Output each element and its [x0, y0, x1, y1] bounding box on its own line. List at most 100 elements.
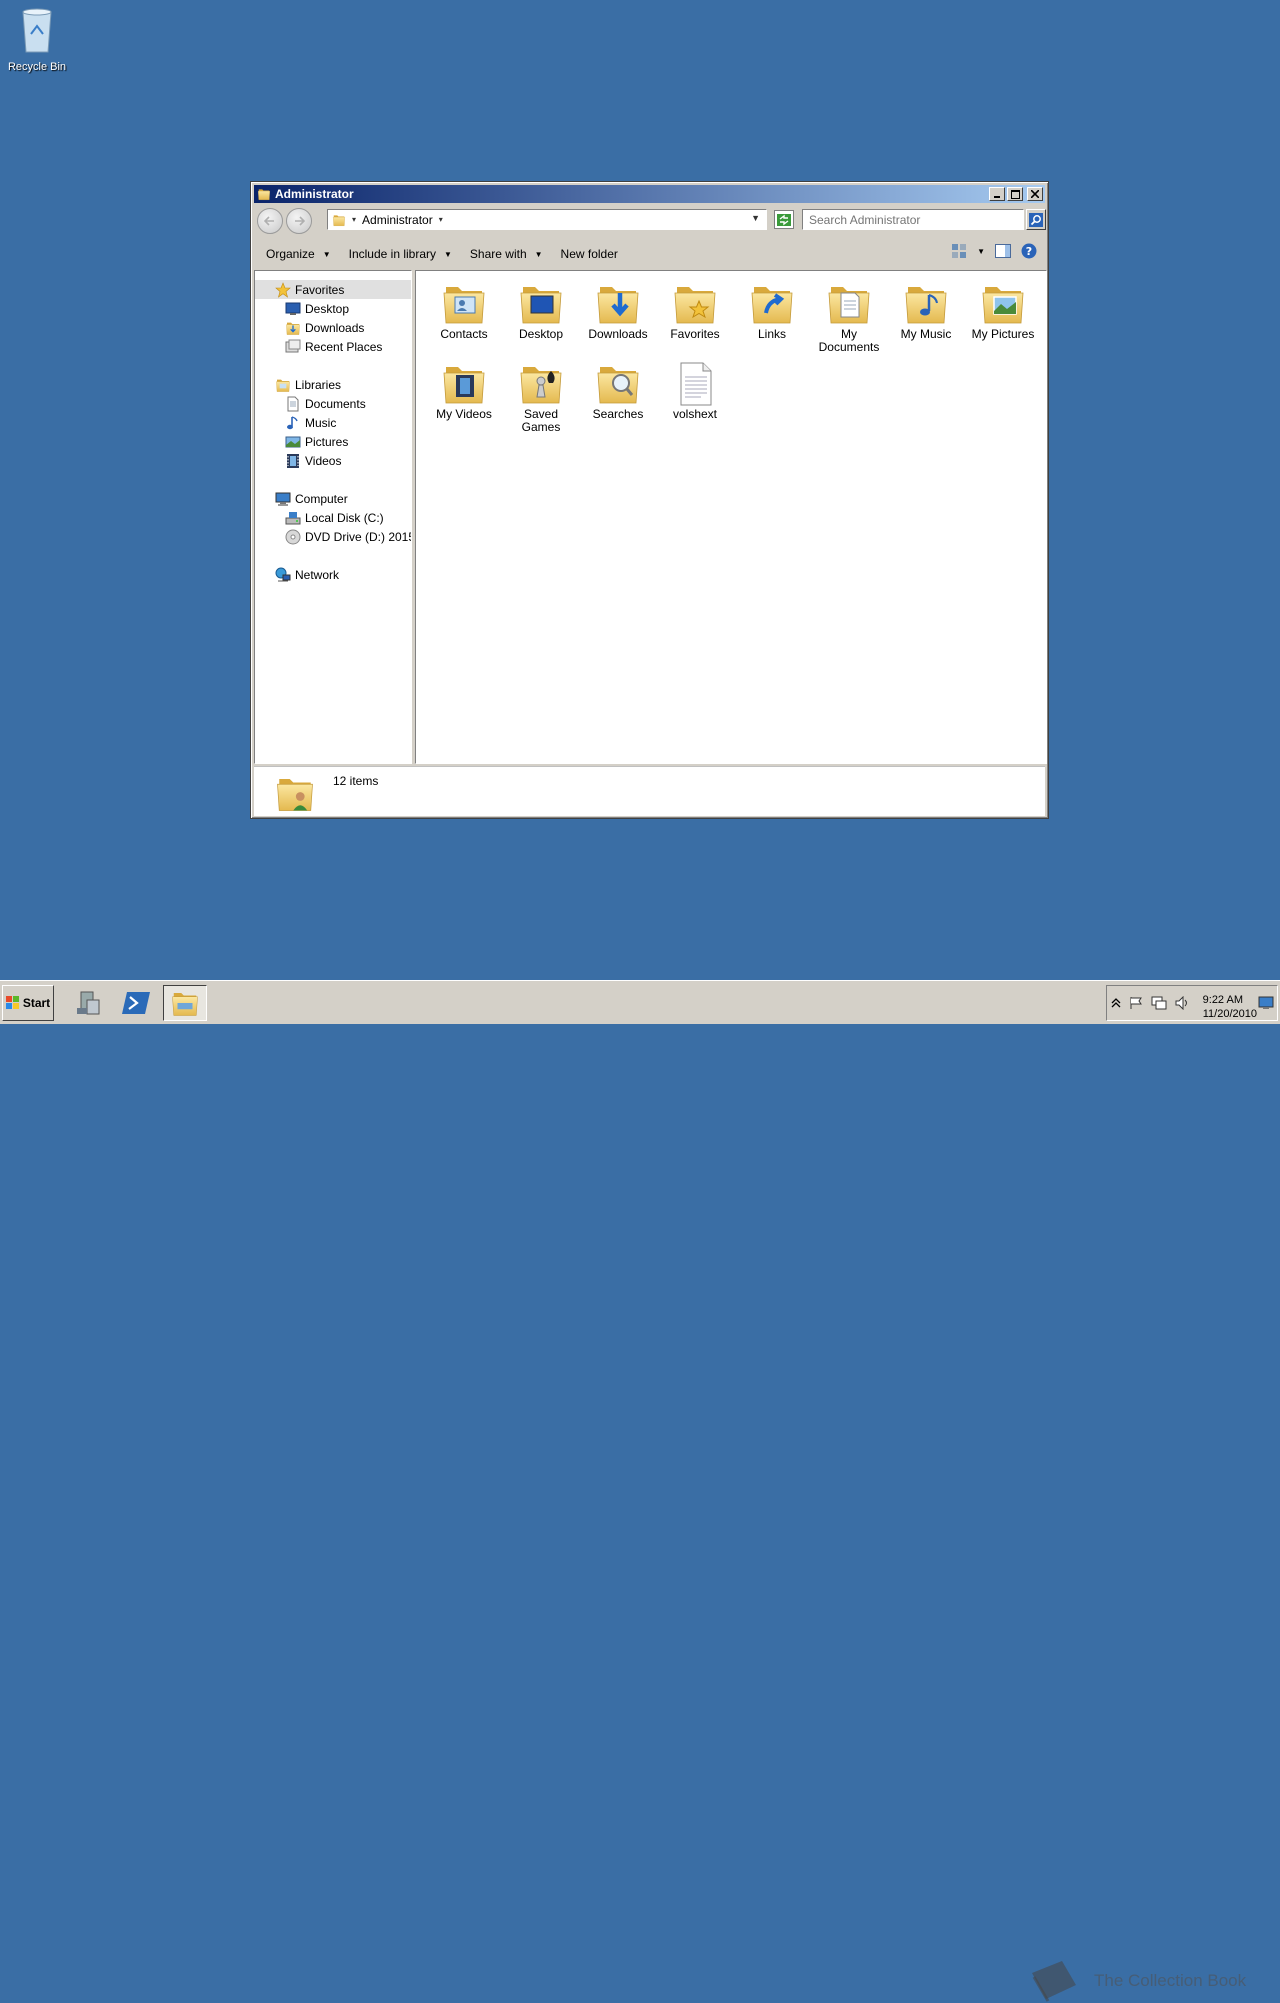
file-item-my-documents[interactable]: My Documents — [814, 279, 884, 354]
file-item-searches[interactable]: Searches — [583, 359, 653, 421]
nav-favorites-recent-places[interactable]: Recent Places — [255, 337, 411, 356]
downloads-folder-icon — [594, 279, 642, 327]
nav-libraries-music[interactable]: Music — [255, 413, 411, 432]
breadcrumb-separator-icon[interactable]: ▾ — [352, 215, 356, 224]
libraries-icon — [275, 377, 291, 393]
title-bar[interactable]: Administrator — [254, 185, 1045, 203]
back-arrow-icon — [264, 216, 274, 226]
breadcrumb-chevron-icon[interactable]: ▾ — [439, 215, 443, 224]
navigation-pane: Favorites Desktop Downloads Recent Place… — [254, 270, 412, 764]
preview-pane-button[interactable] — [995, 243, 1011, 259]
organize-label: Organize — [266, 247, 315, 261]
close-button[interactable] — [1027, 187, 1043, 201]
nav-favorites-desktop[interactable]: Desktop — [255, 299, 411, 318]
file-item-downloads[interactable]: Downloads — [583, 279, 653, 341]
nav-libraries-pictures[interactable]: Pictures — [255, 432, 411, 451]
file-item-my-pictures[interactable]: My Pictures — [968, 279, 1038, 341]
pictures-folder-icon — [979, 279, 1027, 327]
system-tray: 9:22 AM 11/20/2010 — [1106, 985, 1278, 1021]
maximize-button[interactable] — [1007, 187, 1023, 201]
breadcrumb-administrator[interactable]: Administrator — [362, 213, 433, 227]
change-view-button[interactable] — [951, 243, 967, 259]
search-button[interactable] — [1026, 209, 1046, 230]
include-in-library-menu[interactable]: Include in library ▼ — [349, 247, 452, 261]
dvd-drive-icon — [285, 529, 301, 544]
file-item-my-videos[interactable]: My Videos — [429, 359, 499, 421]
film-strip-icon — [287, 453, 299, 468]
volume-button[interactable] — [1175, 995, 1191, 1013]
windows-explorer-icon — [168, 988, 202, 1018]
nav-network[interactable]: Network — [255, 565, 411, 584]
nav-computer-local-disk[interactable]: Local Disk (C:) — [255, 508, 411, 527]
file-item-contacts[interactable]: Contacts — [429, 279, 499, 341]
view-options-dropdown[interactable]: ▼ — [977, 247, 985, 256]
music-folder-icon — [902, 279, 950, 327]
nav-item-label: Desktop — [305, 301, 350, 316]
minimize-button[interactable] — [989, 187, 1005, 201]
taskbar-windows-explorer[interactable] — [163, 985, 207, 1021]
nav-computer[interactable]: Computer — [255, 489, 411, 508]
flag-icon — [1130, 997, 1142, 1009]
file-item-favorites[interactable]: Favorites — [660, 279, 730, 341]
book-watermark-icon — [1032, 1961, 1076, 2002]
nav-libraries[interactable]: Libraries — [255, 375, 411, 394]
nav-libraries-documents[interactable]: Documents — [255, 394, 411, 413]
desktop-icon — [285, 302, 301, 315]
clock-date[interactable]: 11/20/2010 — [1203, 1008, 1257, 1020]
taskbar-powershell[interactable] — [114, 985, 158, 1021]
view-controls: ▼ ? — [941, 243, 1037, 259]
file-item-saved-games[interactable]: Saved Games — [506, 359, 576, 434]
user-folder-icon — [274, 771, 316, 815]
file-item-label: Links — [757, 327, 786, 341]
back-button[interactable] — [257, 208, 283, 234]
nav-libraries-label: Libraries — [295, 377, 342, 392]
recycle-bin-icon — [22, 8, 52, 53]
nav-item-label: Downloads — [305, 320, 365, 335]
watermark-text: The Collection Book — [1094, 1971, 1247, 1990]
recycle-bin-desktop-icon[interactable]: Recycle Bin — [4, 4, 70, 73]
network-status-button[interactable] — [1151, 996, 1167, 1013]
file-item-label: Saved Games — [521, 407, 561, 434]
searches-folder-icon — [594, 359, 642, 407]
address-bar[interactable]: ▾ Administrator ▾ ▼ — [327, 209, 767, 230]
action-center-button[interactable] — [1129, 996, 1143, 1013]
hard-disk-icon — [285, 511, 301, 524]
nav-item-label: Recent Places — [305, 339, 383, 354]
contacts-folder-icon — [440, 279, 488, 327]
search-icon — [1029, 212, 1043, 227]
share-with-menu[interactable]: Share with ▼ — [470, 247, 543, 261]
tray-icons — [1111, 995, 1191, 1013]
nav-network-label: Network — [295, 567, 340, 582]
clock-time[interactable]: 9:22 AM — [1203, 994, 1243, 1006]
file-item-links[interactable]: Links — [737, 279, 807, 341]
nav-computer-dvd-drive[interactable]: DVD Drive (D:) 20150: — [255, 527, 411, 546]
file-item-desktop[interactable]: Desktop — [506, 279, 576, 341]
start-button[interactable]: Start — [2, 985, 54, 1021]
minimize-icon — [994, 196, 1000, 198]
music-note-icon — [287, 415, 298, 429]
file-item-my-music[interactable]: My Music — [891, 279, 961, 341]
preview-pane-icon — [995, 244, 1011, 258]
desktop-folder-icon — [517, 279, 565, 327]
nav-favorites-downloads[interactable]: Downloads — [255, 318, 411, 337]
file-item-volshext[interactable]: volshext — [660, 359, 730, 421]
show-desktop-icon[interactable] — [1258, 996, 1274, 1010]
chevron-up-icon — [1111, 998, 1121, 1008]
help-button[interactable]: ? — [1021, 243, 1037, 259]
search-input[interactable] — [802, 209, 1024, 230]
organize-menu[interactable]: Organize ▼ — [266, 247, 331, 261]
include-in-library-label: Include in library — [348, 247, 436, 261]
show-hidden-icons-button[interactable] — [1111, 996, 1121, 1013]
nav-favorites-label: Favorites — [295, 282, 345, 297]
star-icon — [275, 281, 291, 298]
address-history-dropdown-icon[interactable]: ▼ — [751, 213, 760, 223]
file-item-label: Favorites — [670, 327, 720, 341]
forward-button[interactable] — [286, 208, 312, 234]
nav-libraries-videos[interactable]: Videos — [255, 451, 411, 470]
nav-favorites[interactable]: Favorites — [255, 280, 411, 299]
user-folder-icon — [257, 187, 271, 201]
new-folder-button[interactable]: New folder — [561, 247, 618, 261]
refresh-button[interactable] — [774, 210, 794, 229]
taskbar-server-manager[interactable] — [66, 985, 110, 1021]
chevron-down-icon: ▼ — [322, 249, 331, 259]
